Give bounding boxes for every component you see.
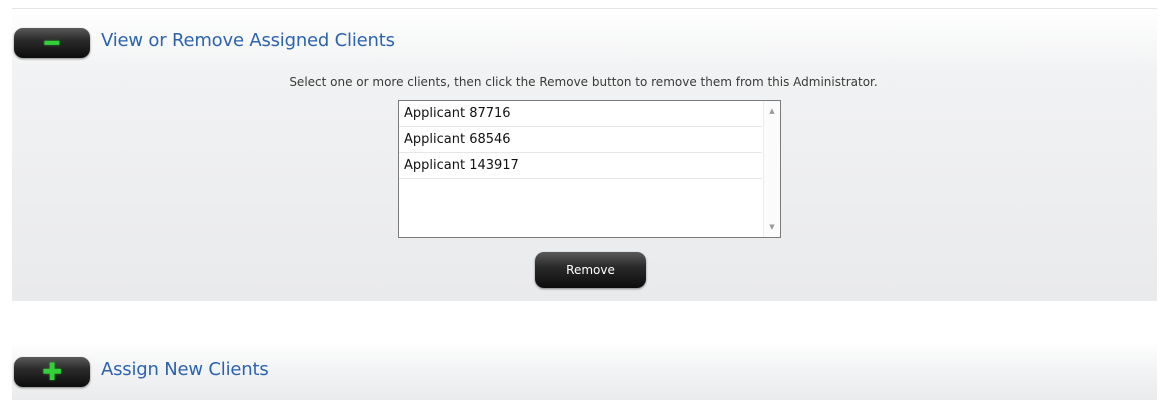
assign-new-clients-title[interactable]: Assign New Clients: [101, 359, 269, 380]
scroll-down-arrow-icon[interactable]: ▼: [764, 219, 780, 235]
client-list-item[interactable]: Applicant 87716: [399, 101, 762, 127]
listbox-scrollbar[interactable]: ▲ ▼: [763, 101, 780, 237]
client-list-item[interactable]: Applicant 143917: [399, 153, 762, 179]
plus-icon: ✚: [41, 358, 63, 386]
collapse-view-remove-button[interactable]: ━: [14, 28, 90, 58]
scroll-up-arrow-icon[interactable]: ▲: [764, 103, 780, 119]
expand-assign-new-button[interactable]: ✚: [14, 357, 90, 387]
client-list-item[interactable]: Applicant 68546: [399, 127, 762, 153]
remove-instructions-text: Select one or more clients, then click t…: [289, 75, 878, 89]
minus-icon: ━: [44, 29, 60, 57]
remove-button[interactable]: Remove: [535, 252, 646, 288]
assigned-clients-listbox[interactable]: Applicant 87716 Applicant 68546 Applican…: [398, 100, 781, 238]
page: ━ View or Remove Assigned Clients Select…: [0, 0, 1167, 400]
view-remove-clients-title[interactable]: View or Remove Assigned Clients: [101, 30, 395, 51]
